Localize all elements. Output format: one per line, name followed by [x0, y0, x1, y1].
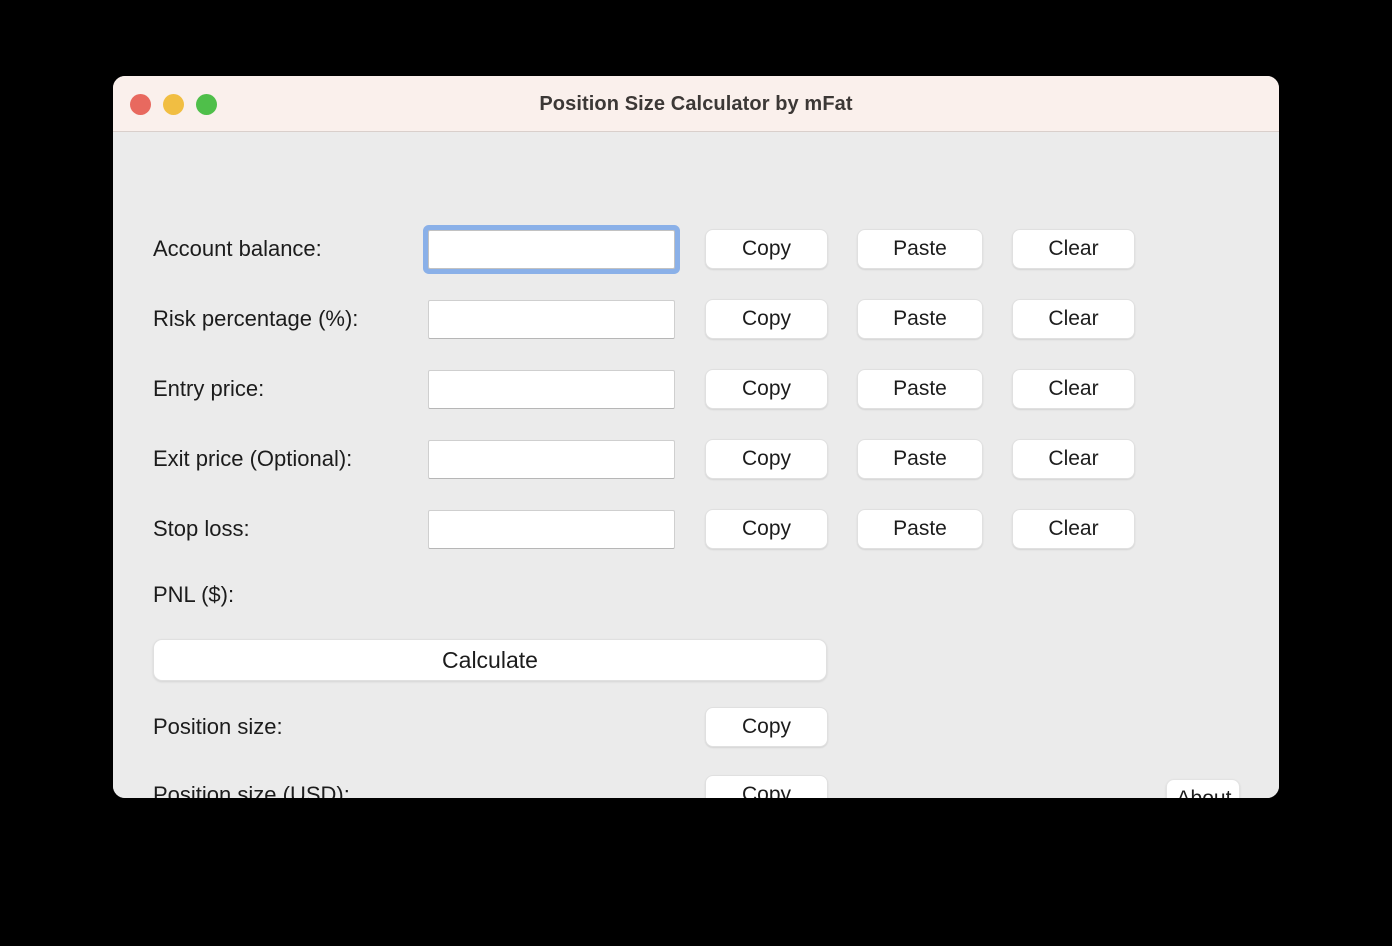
entry-price-copy-button[interactable]: Copy	[705, 369, 828, 409]
stop-loss-clear-button[interactable]: Clear	[1012, 509, 1135, 549]
account-balance-input[interactable]	[428, 230, 675, 269]
risk-percentage-input[interactable]	[428, 300, 675, 339]
position-size-label: Position size:	[153, 714, 283, 739]
exit-price-label: Exit price (Optional):	[153, 446, 353, 471]
about-button[interactable]: About	[1166, 779, 1240, 798]
risk-percentage-copy-button[interactable]: Copy	[705, 299, 828, 339]
stop-loss-paste-button[interactable]: Paste	[857, 509, 983, 549]
pnl-label: PNL ($):	[153, 582, 235, 607]
account-balance-clear-button[interactable]: Clear	[1012, 229, 1135, 269]
entry-price-input[interactable]	[428, 370, 675, 409]
exit-price-copy-button[interactable]: Copy	[705, 439, 828, 479]
form-row-account-balance: Account balance: Copy Paste Clear	[113, 226, 1279, 272]
exit-price-clear-button[interactable]: Clear	[1012, 439, 1135, 479]
window-title: Position Size Calculator by mFat	[539, 93, 853, 115]
window-titlebar: Position Size Calculator by mFat	[113, 76, 1279, 132]
exit-price-paste-button[interactable]: Paste	[857, 439, 983, 479]
stop-loss-input[interactable]	[428, 510, 675, 549]
risk-percentage-paste-button[interactable]: Paste	[857, 299, 983, 339]
calculate-button[interactable]: Calculate	[153, 639, 827, 681]
window-body: Account balance: Copy Paste Clear Risk p…	[113, 132, 1279, 798]
form-row-exit-price: Exit price (Optional): Copy Paste Clear	[113, 436, 1279, 482]
position-size-usd-copy-button[interactable]: Copy	[705, 775, 828, 798]
risk-percentage-clear-button[interactable]: Clear	[1012, 299, 1135, 339]
result-row-position-size-usd: Position size (USD): Copy	[113, 772, 1279, 798]
about-button-label: About	[1167, 780, 1239, 798]
risk-percentage-label: Risk percentage (%):	[153, 306, 359, 331]
account-balance-copy-button[interactable]: Copy	[705, 229, 828, 269]
exit-price-input[interactable]	[428, 440, 675, 479]
position-size-copy-button[interactable]: Copy	[705, 707, 828, 747]
stop-loss-copy-button[interactable]: Copy	[705, 509, 828, 549]
application-window: Position Size Calculator by mFat Account…	[113, 76, 1279, 798]
stop-loss-label: Stop loss:	[153, 516, 250, 541]
form-row-risk-percentage: Risk percentage (%): Copy Paste Clear	[113, 296, 1279, 342]
form-row-entry-price: Entry price: Copy Paste Clear	[113, 366, 1279, 412]
calculate-row: Calculate	[113, 637, 1279, 683]
desktop-background: Position Size Calculator by mFat Account…	[0, 0, 1392, 946]
form-row-pnl: PNL ($):	[113, 572, 1279, 618]
entry-price-paste-button[interactable]: Paste	[857, 369, 983, 409]
position-size-usd-label: Position size (USD):	[153, 782, 350, 798]
result-row-position-size: Position size: Copy	[113, 704, 1279, 750]
form-row-stop-loss: Stop loss: Copy Paste Clear	[113, 506, 1279, 552]
account-balance-label: Account balance:	[153, 236, 322, 261]
entry-price-clear-button[interactable]: Clear	[1012, 369, 1135, 409]
entry-price-label: Entry price:	[153, 376, 265, 401]
account-balance-paste-button[interactable]: Paste	[857, 229, 983, 269]
